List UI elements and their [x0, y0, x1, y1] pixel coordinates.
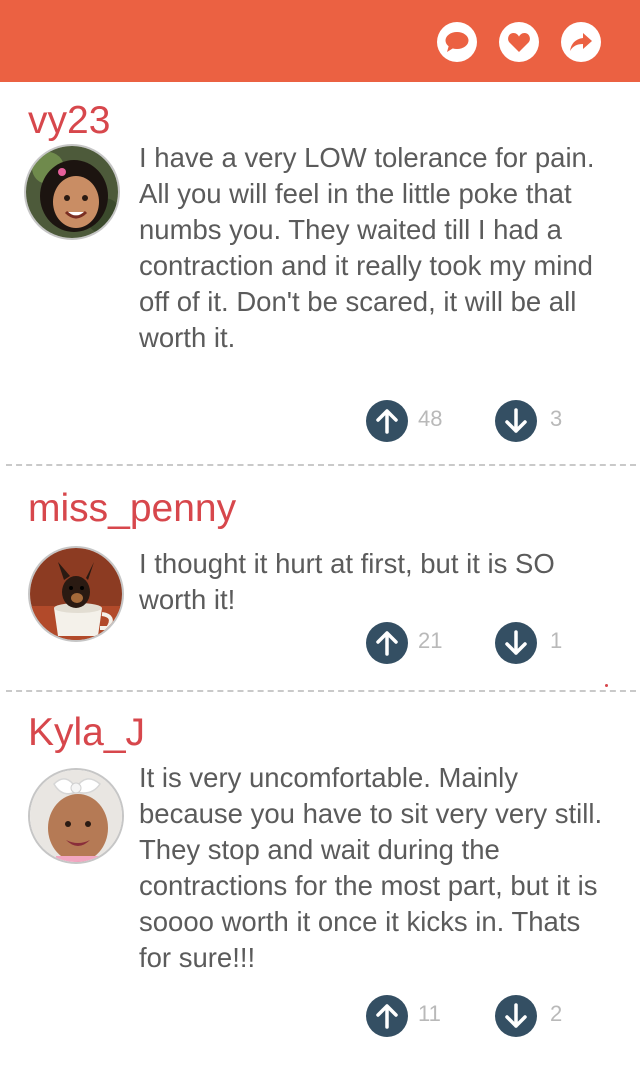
comment-divider: [6, 690, 636, 692]
downvote-count: 1: [550, 628, 563, 653]
arrow-up-icon: [376, 631, 398, 656]
downvote-button[interactable]: [495, 622, 537, 664]
arrow-up-icon: [376, 409, 398, 434]
share-button[interactable]: [561, 22, 601, 62]
avatar-image: [30, 548, 122, 640]
comment-text: It is very uncomfortable. Mainly because…: [139, 762, 603, 973]
puppy-in-teacup-avatar[interactable]: [28, 546, 124, 642]
comment-divider: [6, 464, 636, 466]
upvote-button[interactable]: [366, 400, 408, 442]
arrow-down-icon: [505, 1003, 527, 1028]
downvote-button[interactable]: [495, 995, 537, 1037]
upvote-button[interactable]: [366, 995, 408, 1037]
baby-girl-avatar[interactable]: [24, 144, 120, 240]
baby-with-bow-avatar[interactable]: [28, 768, 124, 864]
arrow-down-icon: [505, 630, 527, 655]
top-bar: [0, 0, 640, 82]
downvote-count: 3: [550, 406, 563, 431]
avatar-image: [30, 770, 122, 862]
comment-username[interactable]: vy23: [28, 99, 110, 143]
comment-username[interactable]: miss_penny: [28, 487, 236, 531]
arrow-down-icon: [505, 408, 527, 433]
downvote-count: 2: [550, 1001, 563, 1026]
avatar-image: [26, 146, 118, 238]
comment-text: I have a very LOW tolerance for pain. Al…: [139, 142, 595, 353]
comment-button[interactable]: [437, 22, 477, 62]
upvote-count: 11: [418, 1001, 441, 1026]
upvote-count: 21: [418, 628, 443, 653]
comment-icon: [445, 32, 469, 52]
share-icon: [570, 33, 592, 51]
downvote-button[interactable]: [495, 400, 537, 442]
upvote-count: 48: [418, 406, 443, 431]
comment-text: I thought it hurt at first, but it is SO…: [139, 548, 555, 615]
upvote-button[interactable]: [366, 622, 408, 664]
comment-username[interactable]: Kyla_J: [28, 711, 145, 755]
indicator-dot: [605, 684, 608, 687]
heart-icon: [508, 33, 530, 52]
like-button[interactable]: [499, 22, 539, 62]
arrow-up-icon: [376, 1004, 398, 1029]
